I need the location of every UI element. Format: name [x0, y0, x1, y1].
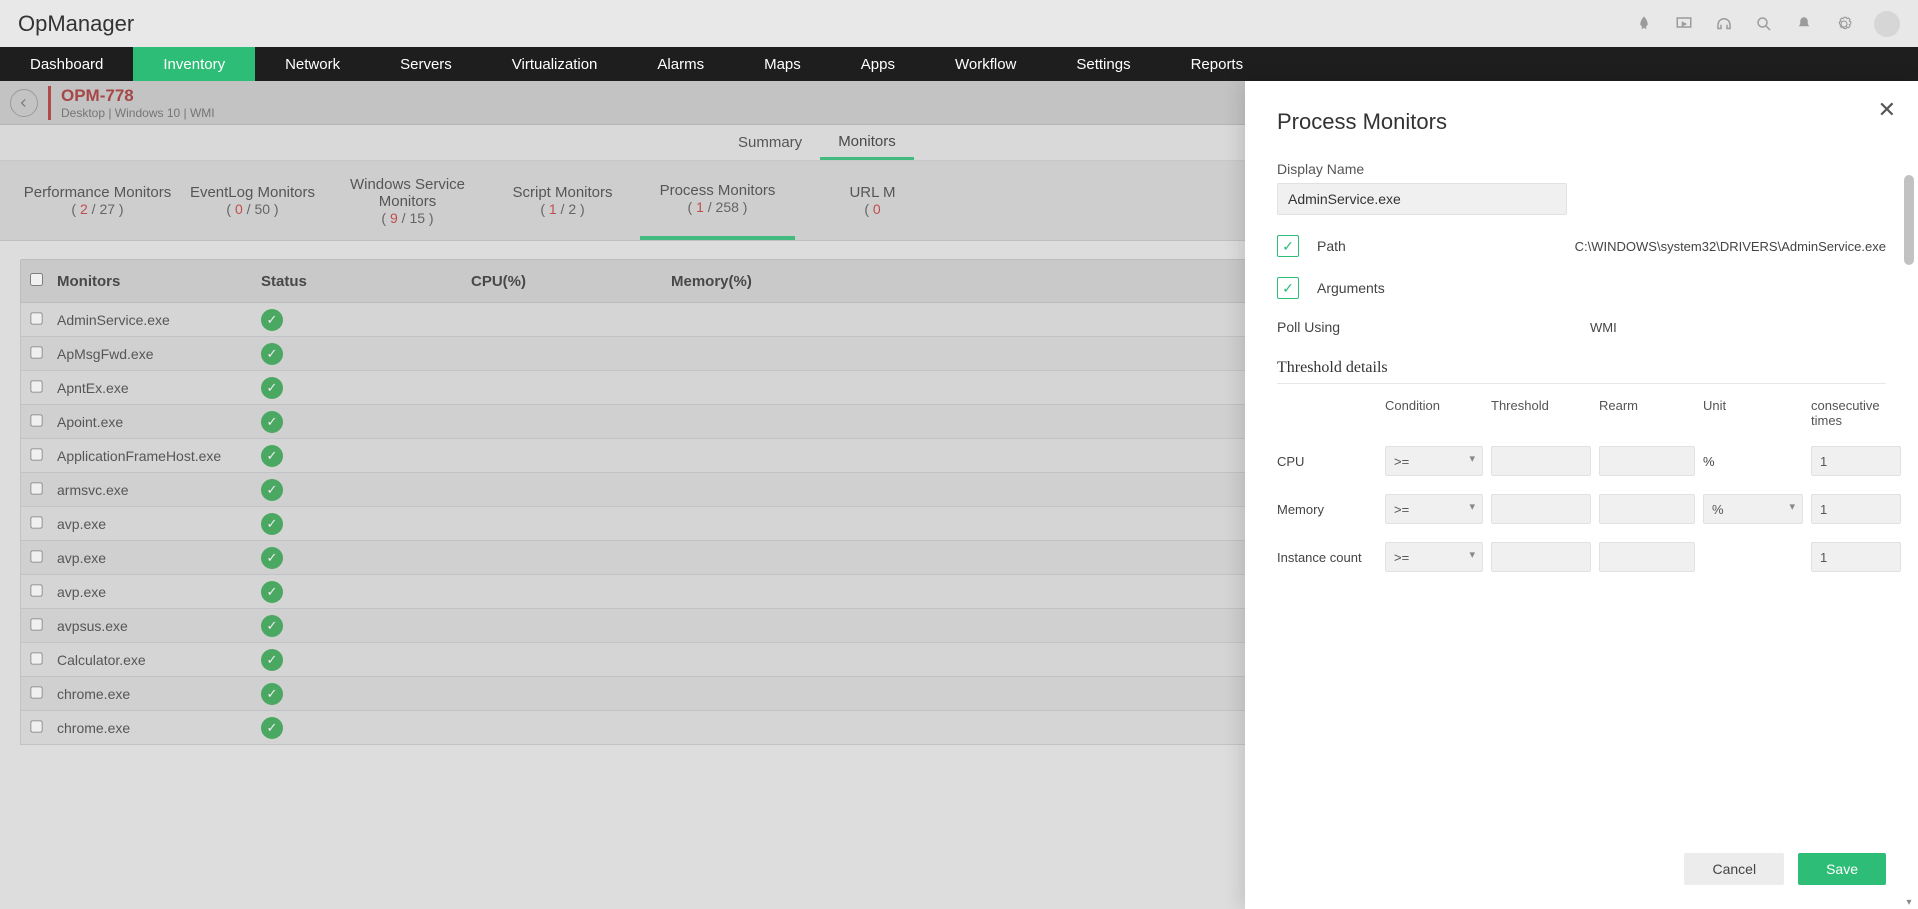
nav-workflow[interactable]: Workflow: [925, 47, 1046, 81]
topbar-icons: [1634, 11, 1900, 37]
display-name-input[interactable]: [1277, 183, 1567, 215]
th-name: Memory: [1277, 502, 1377, 517]
col-consecutive: consecutive times: [1811, 398, 1901, 428]
cancel-button[interactable]: Cancel: [1684, 853, 1784, 885]
bell-icon[interactable]: [1794, 14, 1814, 34]
presentation-icon[interactable]: [1674, 14, 1694, 34]
threshold-header: Condition Threshold Rearm Unit consecuti…: [1277, 398, 1886, 428]
search-icon[interactable]: [1754, 14, 1774, 34]
threshold-row: Memory: [1277, 494, 1886, 524]
threshold-input[interactable]: [1491, 494, 1591, 524]
process-monitor-panel: ✕ Process Monitors Display Name ✓ Path C…: [1245, 81, 1918, 909]
display-name-label: Display Name: [1277, 161, 1886, 177]
threshold-input[interactable]: [1491, 542, 1591, 572]
col-condition: Condition: [1385, 398, 1483, 428]
condition-select[interactable]: [1385, 446, 1483, 476]
consecutive-input[interactable]: [1811, 494, 1901, 524]
th-name: CPU: [1277, 454, 1377, 469]
gear-icon[interactable]: [1834, 14, 1854, 34]
unit-text: %: [1703, 454, 1803, 469]
condition-select[interactable]: [1385, 542, 1483, 572]
threshold-row: CPU%: [1277, 446, 1886, 476]
close-icon[interactable]: ✕: [1878, 97, 1896, 123]
scrollbar-thumb[interactable]: [1904, 175, 1914, 265]
path-checkbox[interactable]: ✓: [1277, 235, 1299, 257]
th-name: Instance count: [1277, 550, 1377, 565]
panel-footer: Cancel Save: [1684, 853, 1886, 885]
nav-alarms[interactable]: Alarms: [627, 47, 734, 81]
consecutive-input[interactable]: [1811, 542, 1901, 572]
threshold-grid: Condition Threshold Rearm Unit consecuti…: [1277, 398, 1886, 572]
col-unit: Unit: [1703, 398, 1803, 428]
nav-inventory[interactable]: Inventory: [133, 47, 255, 81]
path-label: Path: [1317, 238, 1346, 254]
headset-icon[interactable]: [1714, 14, 1734, 34]
rearm-input[interactable]: [1599, 446, 1695, 476]
unit-select[interactable]: [1703, 494, 1803, 524]
path-value: C:\WINDOWS\system32\DRIVERS\AdminService…: [1575, 239, 1886, 254]
threshold-title: Threshold details: [1277, 359, 1886, 377]
scroll-down-icon[interactable]: ▾: [1904, 897, 1914, 909]
topbar: OpManager: [0, 0, 1918, 47]
save-button[interactable]: Save: [1798, 853, 1886, 885]
poll-label: Poll Using: [1277, 319, 1340, 335]
col-threshold: Threshold: [1491, 398, 1591, 428]
divider: [1277, 383, 1886, 384]
panel-title: Process Monitors: [1277, 109, 1886, 135]
poll-row: Poll Using WMI: [1277, 319, 1886, 335]
main-nav: DashboardInventoryNetworkServersVirtuali…: [0, 47, 1918, 81]
brand-logo: OpManager: [18, 11, 134, 37]
poll-value: WMI: [1590, 320, 1617, 335]
arguments-checkbox[interactable]: ✓: [1277, 277, 1299, 299]
rocket-icon[interactable]: [1634, 14, 1654, 34]
nav-settings[interactable]: Settings: [1046, 47, 1160, 81]
nav-servers[interactable]: Servers: [370, 47, 482, 81]
nav-maps[interactable]: Maps: [734, 47, 831, 81]
nav-virtualization[interactable]: Virtualization: [482, 47, 628, 81]
threshold-row: Instance count: [1277, 542, 1886, 572]
threshold-input[interactable]: [1491, 446, 1591, 476]
nav-apps[interactable]: Apps: [831, 47, 925, 81]
path-row: ✓ Path C:\WINDOWS\system32\DRIVERS\Admin…: [1277, 235, 1886, 257]
arguments-row: ✓ Arguments: [1277, 277, 1886, 299]
panel-scrollbar[interactable]: ▾: [1902, 175, 1916, 909]
rearm-input[interactable]: [1599, 494, 1695, 524]
arguments-label: Arguments: [1317, 280, 1385, 296]
condition-select[interactable]: [1385, 494, 1483, 524]
avatar[interactable]: [1874, 11, 1900, 37]
consecutive-input[interactable]: [1811, 446, 1901, 476]
nav-network[interactable]: Network: [255, 47, 370, 81]
rearm-input[interactable]: [1599, 542, 1695, 572]
nav-reports[interactable]: Reports: [1161, 47, 1274, 81]
col-rearm: Rearm: [1599, 398, 1695, 428]
nav-dashboard[interactable]: Dashboard: [0, 47, 133, 81]
